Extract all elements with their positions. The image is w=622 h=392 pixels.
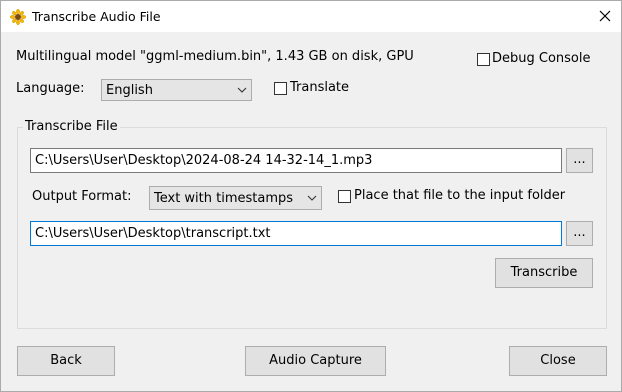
transcribe-file-group-title: Transcribe File — [23, 119, 120, 134]
translate-checkbox[interactable] — [274, 82, 287, 95]
input-file-field[interactable]: C:\Users\User\Desktop\2024-08-24 14-32-1… — [30, 148, 562, 173]
window-title: Transcribe Audio File — [32, 9, 161, 24]
transcribe-dialog: Transcribe Audio File Multilingual model… — [0, 0, 622, 392]
output-file-path: C:\Users\User\Desktop\transcript.txt — [35, 226, 271, 241]
output-format-value: Text with timestamps — [154, 191, 294, 206]
title-bar[interactable]: Transcribe Audio File — [1, 1, 621, 32]
chevron-down-icon — [307, 195, 317, 201]
debug-console-label[interactable]: Debug Console — [492, 51, 591, 66]
output-file-field[interactable]: C:\Users\User\Desktop\transcript.txt — [30, 221, 562, 246]
transcribe-button[interactable]: Transcribe — [495, 258, 593, 288]
chevron-down-icon — [237, 87, 247, 93]
back-button[interactable]: Back — [17, 346, 115, 376]
close-icon[interactable] — [589, 1, 621, 32]
browse-output-button[interactable]: ... — [566, 221, 593, 246]
model-info: Multilingual model "ggml-medium.bin", 1.… — [16, 49, 414, 64]
browse-input-button[interactable]: ... — [566, 148, 593, 173]
sunflower-icon — [10, 9, 26, 25]
close-button[interactable]: Close — [509, 346, 607, 376]
debug-console-checkbox[interactable] — [477, 53, 490, 66]
language-select[interactable]: English — [101, 79, 252, 101]
audio-capture-button[interactable]: Audio Capture — [245, 346, 386, 376]
place-in-input-folder-checkbox[interactable] — [338, 190, 351, 203]
output-format-select[interactable]: Text with timestamps — [149, 186, 322, 210]
input-file-path: C:\Users\User\Desktop\2024-08-24 14-32-1… — [35, 153, 373, 168]
output-format-label: Output Format: — [32, 189, 132, 204]
translate-label[interactable]: Translate — [290, 80, 349, 95]
language-label: Language: — [16, 81, 85, 96]
language-value: English — [106, 83, 153, 98]
place-in-input-folder-label[interactable]: Place that file to the input folder — [354, 188, 565, 203]
